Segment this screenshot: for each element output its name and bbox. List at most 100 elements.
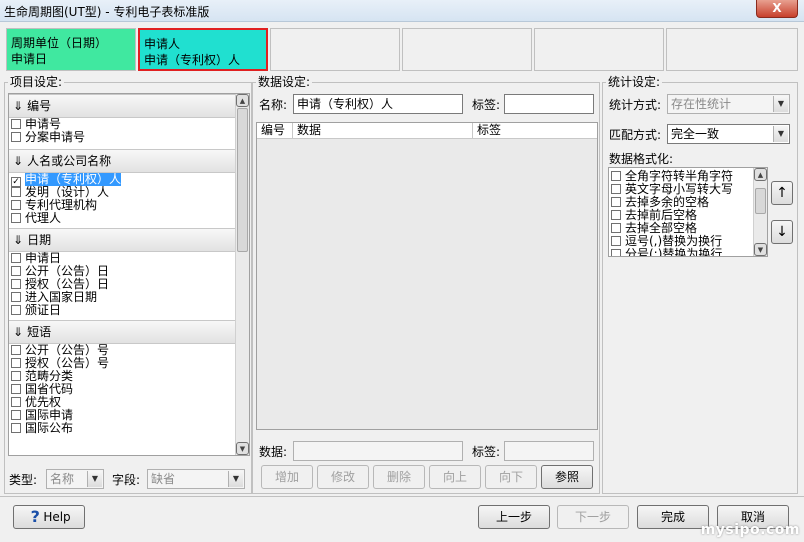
checkbox[interactable] [11,305,21,315]
name-label: 名称: [259,98,288,112]
step-3[interactable] [270,28,400,71]
checkbox[interactable] [11,384,21,394]
data-input[interactable] [293,441,463,461]
step-1[interactable]: 周期单位（日期） 申请日 [6,28,136,71]
window-title: 生命周期图(UT型) - 专利电子表标准版 [4,5,210,19]
footer-divider [0,496,804,497]
checkbox[interactable] [11,266,21,276]
project-list-scrollbar[interactable]: ▲ ▼ [235,94,249,455]
step-1-line2: 申请日 [11,52,48,66]
checkbox[interactable] [611,184,621,194]
delete-button[interactable]: 删除 [373,465,425,489]
tag-input[interactable] [504,94,594,114]
checkbox[interactable] [611,210,621,220]
scroll-thumb[interactable] [237,108,248,252]
column-header[interactable]: 数据 [293,123,473,139]
move-format-up-button[interactable]: ↑ [771,181,793,205]
tag2-input[interactable] [504,441,594,461]
name-input[interactable]: 申请（专利权）人 [293,94,463,114]
list-item[interactable]: 国际公布 [9,422,235,435]
project-settings-title: 项目设定: [8,75,65,89]
dropdown-arrow-icon: ▼ [228,471,243,487]
checkbox[interactable] [11,397,21,407]
step-5[interactable] [534,28,664,71]
method-select[interactable]: 存在性统计 ▼ [667,94,790,114]
type-select[interactable]: 名称 ▼ [46,469,104,489]
checkbox[interactable] [611,236,621,246]
field-select[interactable]: 缺省 ▼ [147,469,245,489]
scroll-down-icon[interactable]: ▼ [236,442,249,455]
checkbox[interactable] [11,213,21,223]
data-label: 数据: [259,445,288,459]
dropdown-arrow-icon: ▼ [773,126,788,142]
step-4[interactable] [402,28,532,71]
collapse-chevron-icon: ⇓ [13,325,24,339]
section-header-name[interactable]: ⇓ 人名或公司名称 [9,149,235,173]
dropdown-arrow-icon: ▼ [87,471,102,487]
data-table[interactable]: 编号 数据 标签 [256,122,598,430]
checkbox[interactable] [611,249,621,256]
move-up-button[interactable]: 向上 [429,465,481,489]
method-label: 统计方式: [609,98,662,112]
section-header-number[interactable]: ⇓ 编号 [9,94,235,118]
table-header: 编号 数据 标签 [257,123,597,139]
project-item-list: ⇓ 编号 申请号 分案申请号 ⇓ 人名或公司名称 ✓ 申请（专利权）人 发明（设计）人… [8,93,250,456]
checkbox[interactable] [611,197,621,207]
format-item[interactable]: 分号(;)替换为换行 [609,248,755,256]
section-header-phrase[interactable]: ⇓ 短语 [9,320,235,344]
checkbox[interactable] [11,371,21,381]
checkbox[interactable] [611,171,621,181]
previous-button[interactable]: 上一步 [478,505,550,529]
checkbox[interactable] [11,119,21,129]
checkbox[interactable] [611,223,621,233]
format-list[interactable]: 全角字符转半角字符 英文字母小写转大写 去掉多余的空格 去掉前后空格 去掉全部空… [608,167,768,257]
down-arrow-icon: ↓ [776,224,788,240]
list-item[interactable]: 分案申请号 [9,131,235,144]
move-down-button[interactable]: 向下 [485,465,537,489]
step-2-line2: 申请（专利权）人 [144,53,241,67]
checkbox[interactable] [11,253,21,263]
section-header-label: 人名或公司名称 [27,154,112,168]
list-item[interactable]: 颁证日 [9,304,235,317]
help-button[interactable]: ? Help [13,505,85,529]
checkbox[interactable] [11,410,21,420]
finish-button[interactable]: 完成 [637,505,709,529]
watermark-text: mysipo.com [700,522,800,538]
match-select[interactable]: 完全一致 ▼ [667,124,790,144]
dropdown-arrow-icon: ▼ [773,96,788,112]
checkbox[interactable] [11,187,21,197]
format-list-scrollbar[interactable]: ▲ ▼ [753,168,767,256]
checkbox[interactable] [11,423,21,433]
modify-button[interactable]: 修改 [317,465,369,489]
list-item[interactable]: 代理人 [9,212,235,225]
checkbox[interactable] [11,358,21,368]
scroll-up-icon[interactable]: ▲ [754,168,767,181]
move-format-down-button[interactable]: ↓ [771,220,793,244]
reference-button[interactable]: 参照 [541,465,593,489]
stats-settings-title: 统计设定: [606,75,663,89]
checkbox[interactable] [11,345,21,355]
step-6[interactable] [666,28,798,71]
next-button[interactable]: 下一步 [557,505,629,529]
type-label: 类型: [9,473,38,487]
checkbox[interactable] [11,200,21,210]
section-header-date[interactable]: ⇓ 日期 [9,228,235,252]
collapse-chevron-icon: ⇓ [13,99,24,113]
scroll-up-icon[interactable]: ▲ [236,94,249,107]
checkbox[interactable] [11,132,21,142]
title-bar: 生命周期图(UT型) - 专利电子表标准版 X [0,0,804,22]
help-question-icon: ? [30,507,40,526]
step-1-line1: 周期单位（日期） [11,36,108,50]
scroll-thumb[interactable] [755,188,766,214]
column-header[interactable]: 编号 [257,123,293,139]
data-settings-title: 数据设定: [256,75,313,89]
collapse-chevron-icon: ⇓ [13,154,24,168]
scroll-down-icon[interactable]: ▼ [754,243,767,256]
step-2[interactable]: 申请人 申请（专利权）人 [138,28,268,71]
close-button[interactable]: X [756,0,798,18]
add-button[interactable]: 增加 [261,465,313,489]
checkbox[interactable] [11,279,21,289]
column-header[interactable]: 标签 [473,123,597,139]
checkbox[interactable] [11,292,21,302]
collapse-chevron-icon: ⇓ [13,233,24,247]
